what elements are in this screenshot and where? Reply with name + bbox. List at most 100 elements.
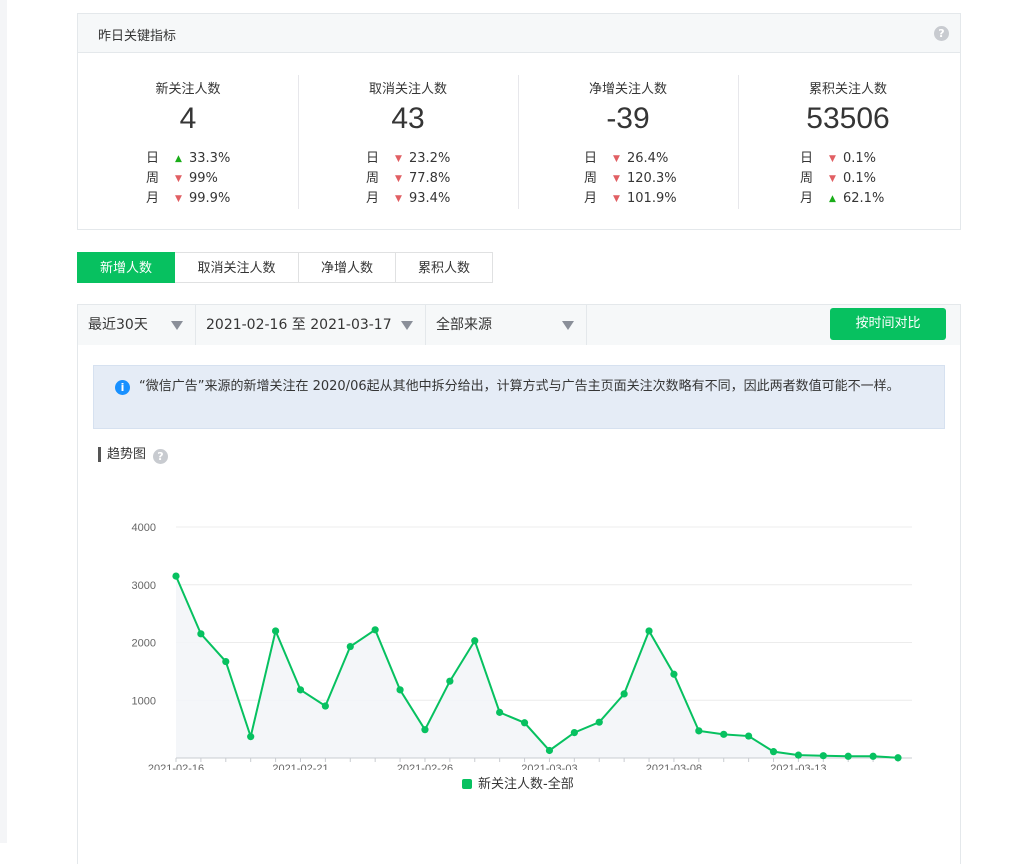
data-point bbox=[570, 728, 578, 737]
range-dropdown[interactable]: 最近30天 bbox=[78, 305, 196, 345]
period-label: 周 bbox=[146, 171, 160, 186]
period-label: 日 bbox=[366, 151, 380, 166]
notice-text: “微信广告”来源的新增关注在 2020/06起从其他中拆分给出，计算方式与广告主… bbox=[139, 379, 900, 394]
metric-change-row: 日 ▼ 0.1% bbox=[800, 149, 884, 169]
arrow-up-icon: ▲ bbox=[829, 194, 836, 204]
analytics-main: 昨日关键指标 ? 新关注人数 4 日 ▲ 33.3% 周 ▼ 99% 月 ▼ 99.9% 取消关注人数… bbox=[77, 13, 961, 864]
key-metrics-header: 昨日关键指标 ? bbox=[78, 14, 960, 53]
period-label: 周 bbox=[366, 171, 380, 186]
metric-change-row: 月 ▼ 93.4% bbox=[366, 189, 450, 209]
trend-content-panel: 最近30天 2021-02-16 至 2021-03-17 全部来源 按时间对比… bbox=[77, 304, 961, 864]
data-point bbox=[346, 642, 354, 651]
tab-cumulative[interactable]: 累积人数 bbox=[396, 252, 493, 283]
change-percent: 93.4% bbox=[409, 191, 451, 206]
data-point bbox=[172, 572, 180, 580]
help-icon[interactable]: ? bbox=[934, 26, 949, 41]
chart-legend[interactable]: 新关注人数-全部 bbox=[462, 773, 574, 792]
data-point bbox=[745, 732, 753, 740]
arrow-down-icon: ▼ bbox=[395, 194, 402, 204]
data-point bbox=[496, 708, 504, 716]
data-point bbox=[894, 754, 902, 762]
legend-swatch bbox=[462, 779, 472, 789]
data-point bbox=[595, 718, 603, 726]
chevron-down-icon bbox=[401, 321, 413, 330]
filter-bar: 最近30天 2021-02-16 至 2021-03-17 全部来源 按时间对比 bbox=[78, 305, 960, 345]
metric-change-row: 周 ▼ 99% bbox=[146, 169, 230, 189]
metric-change-row: 月 ▲ 62.1% bbox=[800, 189, 884, 209]
period-label: 月 bbox=[366, 191, 380, 206]
change-percent: 33.3% bbox=[189, 151, 231, 166]
help-icon[interactable]: ? bbox=[153, 449, 168, 464]
change-percent: 0.1% bbox=[843, 171, 877, 186]
x-tick-label: 2021-03-13 bbox=[770, 763, 826, 770]
period-label: 周 bbox=[800, 171, 814, 186]
arrow-down-icon: ▼ bbox=[395, 154, 402, 164]
metric-changes: 日 ▼ 23.2% 周 ▼ 77.8% 月 ▼ 93.4% bbox=[366, 149, 450, 209]
y-tick-label: 3000 bbox=[132, 580, 156, 592]
metric-change-row: 周 ▼ 77.8% bbox=[366, 169, 450, 189]
chart-title: 趋势图 bbox=[98, 447, 146, 462]
key-metrics-columns: 新关注人数 4 日 ▲ 33.3% 周 ▼ 99% 月 ▼ 99.9% 取消关注人数 43 日 ▼ 23.2%… bbox=[78, 53, 960, 223]
info-notice: i “微信广告”来源的新增关注在 2020/06起从其他中拆分给出，计算方式与广… bbox=[93, 365, 945, 429]
data-point bbox=[446, 677, 454, 685]
tab-unfollows[interactable]: 取消关注人数 bbox=[175, 252, 299, 283]
legend-label: 新关注人数-全部 bbox=[478, 777, 574, 792]
data-point bbox=[371, 626, 379, 634]
metric-label: 净增关注人数 bbox=[588, 82, 667, 97]
source-dropdown-label: 全部来源 bbox=[436, 317, 492, 333]
arrow-down-icon: ▼ bbox=[613, 154, 620, 164]
data-point bbox=[819, 752, 827, 760]
data-point bbox=[844, 752, 852, 760]
data-point bbox=[197, 630, 205, 638]
data-point bbox=[670, 670, 678, 678]
change-percent: 0.1% bbox=[843, 151, 877, 166]
data-point bbox=[321, 702, 329, 710]
data-point bbox=[695, 727, 703, 735]
change-percent: 99.9% bbox=[189, 191, 231, 206]
chevron-down-icon bbox=[562, 321, 574, 330]
arrow-down-icon: ▼ bbox=[829, 154, 836, 164]
compare-by-time-button[interactable]: 按时间对比 bbox=[830, 308, 946, 340]
metric-change-row: 月 ▼ 99.9% bbox=[146, 189, 230, 209]
tab-net-growth[interactable]: 净增人数 bbox=[299, 252, 396, 283]
x-tick-label: 2021-03-08 bbox=[646, 763, 702, 770]
x-tick-label: 2021-02-26 bbox=[397, 763, 453, 770]
metric-label: 累积关注人数 bbox=[808, 82, 887, 97]
arrow-down-icon: ▼ bbox=[175, 174, 182, 184]
metric-value: 43 bbox=[391, 102, 425, 135]
metric-change-row: 日 ▼ 23.2% bbox=[366, 149, 450, 169]
metric-value: 4 bbox=[179, 102, 197, 135]
date-range-picker[interactable]: 2021-02-16 至 2021-03-17 bbox=[196, 305, 426, 345]
change-percent: 101.9% bbox=[627, 191, 677, 206]
period-label: 月 bbox=[146, 191, 160, 206]
chevron-down-icon bbox=[171, 321, 183, 330]
change-percent: 77.8% bbox=[409, 171, 451, 186]
data-point bbox=[645, 627, 653, 635]
metric-label: 取消关注人数 bbox=[368, 82, 447, 97]
arrow-down-icon: ▼ bbox=[829, 174, 836, 184]
metric-change-row: 周 ▼ 120.3% bbox=[584, 169, 677, 189]
metric-card: 累积关注人数 53506 日 ▼ 0.1% 周 ▼ 0.1% 月 ▲ 62.1% bbox=[738, 53, 958, 223]
source-dropdown[interactable]: 全部来源 bbox=[426, 305, 587, 345]
data-point bbox=[421, 726, 429, 734]
range-dropdown-label: 最近30天 bbox=[88, 317, 148, 333]
metric-change-row: 月 ▼ 101.9% bbox=[584, 189, 677, 209]
metric-label: 新关注人数 bbox=[155, 82, 221, 97]
change-percent: 26.4% bbox=[627, 151, 669, 166]
data-point bbox=[620, 690, 628, 698]
tab-new-followers[interactable]: 新增人数 bbox=[77, 252, 175, 283]
x-tick-label: 2021-02-16 bbox=[148, 763, 204, 770]
left-margin-strip bbox=[0, 0, 7, 843]
y-tick-label: 2000 bbox=[132, 638, 156, 650]
data-point bbox=[769, 748, 778, 756]
period-label: 日 bbox=[584, 151, 598, 166]
x-tick-label: 2021-02-21 bbox=[272, 763, 328, 770]
trend-line-chart: 1000 2000 3000 4000 2021-02-16 2021-02-21 2021… bbox=[132, 522, 912, 770]
arrow-down-icon: ▼ bbox=[175, 194, 182, 204]
data-point bbox=[471, 637, 479, 645]
period-label: 月 bbox=[584, 191, 598, 206]
data-point bbox=[271, 627, 280, 635]
data-point bbox=[720, 730, 728, 738]
arrow-up-icon: ▲ bbox=[175, 154, 182, 164]
change-percent: 120.3% bbox=[627, 171, 677, 186]
